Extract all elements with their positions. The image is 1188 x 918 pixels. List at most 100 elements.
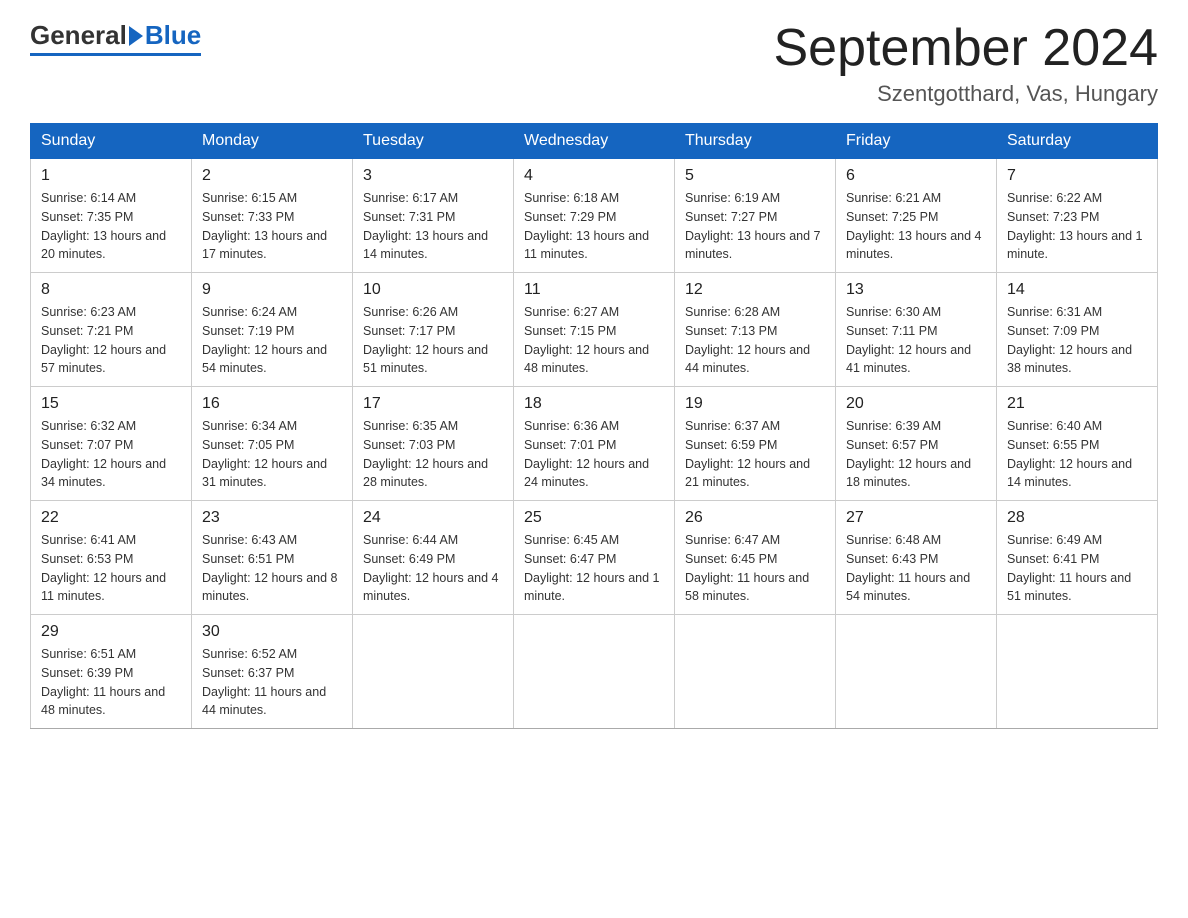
day-info: Sunrise: 6:26 AMSunset: 7:17 PMDaylight:… [363,303,503,378]
calendar-cell: 4 Sunrise: 6:18 AMSunset: 7:29 PMDaylight… [514,159,675,273]
day-info: Sunrise: 6:51 AMSunset: 6:39 PMDaylight:… [41,645,181,720]
calendar-cell: 22 Sunrise: 6:41 AMSunset: 6:53 PMDayligh… [31,501,192,615]
day-info: Sunrise: 6:14 AMSunset: 7:35 PMDaylight:… [41,189,181,264]
day-info: Sunrise: 6:35 AMSunset: 7:03 PMDaylight:… [363,417,503,492]
logo-blue-text: Blue [145,20,201,51]
header-monday: Monday [192,124,353,159]
day-info: Sunrise: 6:52 AMSunset: 6:37 PMDaylight:… [202,645,342,720]
day-number: 25 [524,509,664,527]
day-info: Sunrise: 6:34 AMSunset: 7:05 PMDaylight:… [202,417,342,492]
day-info: Sunrise: 6:45 AMSunset: 6:47 PMDaylight:… [524,531,664,606]
calendar-cell: 17 Sunrise: 6:35 AMSunset: 7:03 PMDayligh… [353,387,514,501]
calendar-cell: 29 Sunrise: 6:51 AMSunset: 6:39 PMDayligh… [31,615,192,729]
day-number: 19 [685,395,825,413]
logo: General Blue [30,20,201,56]
week-row-3: 15 Sunrise: 6:32 AMSunset: 7:07 PMDayligh… [31,387,1158,501]
logo-underline [30,53,201,56]
calendar-cell [997,615,1158,729]
day-info: Sunrise: 6:39 AMSunset: 6:57 PMDaylight:… [846,417,986,492]
day-info: Sunrise: 6:43 AMSunset: 6:51 PMDaylight:… [202,531,342,606]
calendar-cell: 16 Sunrise: 6:34 AMSunset: 7:05 PMDayligh… [192,387,353,501]
day-info: Sunrise: 6:49 AMSunset: 6:41 PMDaylight:… [1007,531,1147,606]
day-number: 9 [202,281,342,299]
calendar-table: SundayMondayTuesdayWednesdayThursdayFrid… [30,123,1158,729]
day-number: 8 [41,281,181,299]
day-number: 27 [846,509,986,527]
calendar-cell: 8 Sunrise: 6:23 AMSunset: 7:21 PMDaylight… [31,273,192,387]
calendar-cell: 3Sunrise: 6:17 AMSunset: 7:31 PMDaylight… [353,159,514,273]
calendar-cell: 12 Sunrise: 6:28 AMSunset: 7:13 PMDayligh… [675,273,836,387]
day-number: 10 [363,281,503,299]
calendar-cell [675,615,836,729]
day-info: Sunrise: 6:41 AMSunset: 6:53 PMDaylight:… [41,531,181,606]
calendar-cell: 10 Sunrise: 6:26 AMSunset: 7:17 PMDayligh… [353,273,514,387]
day-info: Sunrise: 6:44 AMSunset: 6:49 PMDaylight:… [363,531,503,606]
day-info: Sunrise: 6:47 AMSunset: 6:45 PMDaylight:… [685,531,825,606]
day-number: 18 [524,395,664,413]
day-info: Sunrise: 6:48 AMSunset: 6:43 PMDaylight:… [846,531,986,606]
calendar-header-row: SundayMondayTuesdayWednesdayThursdayFrid… [31,124,1158,159]
day-number: 21 [1007,395,1147,413]
day-number: 16 [202,395,342,413]
day-number: 28 [1007,509,1147,527]
week-row-1: 1 Sunrise: 6:14 AMSunset: 7:35 PMDaylight… [31,159,1158,273]
calendar-cell: 24 Sunrise: 6:44 AMSunset: 6:49 PMDayligh… [353,501,514,615]
calendar-cell: 23Sunrise: 6:43 AMSunset: 6:51 PMDayligh… [192,501,353,615]
day-info: Sunrise: 6:27 AMSunset: 7:15 PMDaylight:… [524,303,664,378]
calendar-cell: 28 Sunrise: 6:49 AMSunset: 6:41 PMDayligh… [997,501,1158,615]
day-number: 15 [41,395,181,413]
logo-text: General Blue [30,20,201,51]
calendar-cell: 20 Sunrise: 6:39 AMSunset: 6:57 PMDayligh… [836,387,997,501]
day-info: Sunrise: 6:36 AMSunset: 7:01 PMDaylight:… [524,417,664,492]
calendar-cell: 6 Sunrise: 6:21 AMSunset: 7:25 PMDaylight… [836,159,997,273]
week-row-5: 29 Sunrise: 6:51 AMSunset: 6:39 PMDayligh… [31,615,1158,729]
day-number: 6 [846,167,986,185]
day-info: Sunrise: 6:21 AMSunset: 7:25 PMDaylight:… [846,189,986,264]
calendar-cell: 2Sunrise: 6:15 AMSunset: 7:33 PMDaylight… [192,159,353,273]
day-number: 26 [685,509,825,527]
calendar-cell: 7 Sunrise: 6:22 AMSunset: 7:23 PMDaylight… [997,159,1158,273]
day-number: 7 [1007,167,1147,185]
day-number: 4 [524,167,664,185]
day-number: 30 [202,623,342,641]
calendar-cell: 25 Sunrise: 6:45 AMSunset: 6:47 PMDayligh… [514,501,675,615]
day-info: Sunrise: 6:30 AMSunset: 7:11 PMDaylight:… [846,303,986,378]
calendar-cell: 11 Sunrise: 6:27 AMSunset: 7:15 PMDayligh… [514,273,675,387]
calendar-cell: 26 Sunrise: 6:47 AMSunset: 6:45 PMDayligh… [675,501,836,615]
day-info: Sunrise: 6:15 AMSunset: 7:33 PMDaylight:… [202,189,342,264]
location-title: Szentgotthard, Vas, Hungary [774,81,1159,107]
day-info: Sunrise: 6:32 AMSunset: 7:07 PMDaylight:… [41,417,181,492]
logo-general-text: General [30,20,127,51]
header-thursday: Thursday [675,124,836,159]
calendar-cell: 1 Sunrise: 6:14 AMSunset: 7:35 PMDaylight… [31,159,192,273]
day-info: Sunrise: 6:18 AMSunset: 7:29 PMDaylight:… [524,189,664,264]
day-number: 22 [41,509,181,527]
day-number: 1 [41,167,181,185]
week-row-4: 22 Sunrise: 6:41 AMSunset: 6:53 PMDayligh… [31,501,1158,615]
day-info: Sunrise: 6:23 AMSunset: 7:21 PMDaylight:… [41,303,181,378]
day-number: 24 [363,509,503,527]
day-number: 20 [846,395,986,413]
calendar-cell: 14Sunrise: 6:31 AMSunset: 7:09 PMDayligh… [997,273,1158,387]
day-number: 17 [363,395,503,413]
day-info: Sunrise: 6:40 AMSunset: 6:55 PMDaylight:… [1007,417,1147,492]
calendar-cell: 13 Sunrise: 6:30 AMSunset: 7:11 PMDayligh… [836,273,997,387]
calendar-cell: 18 Sunrise: 6:36 AMSunset: 7:01 PMDayligh… [514,387,675,501]
header-saturday: Saturday [997,124,1158,159]
logo-triangle-icon [129,26,143,46]
day-info: Sunrise: 6:19 AMSunset: 7:27 PMDaylight:… [685,189,825,264]
day-number: 12 [685,281,825,299]
header-sunday: Sunday [31,124,192,159]
day-info: Sunrise: 6:22 AMSunset: 7:23 PMDaylight:… [1007,189,1147,264]
month-year-title: September 2024 [774,20,1159,77]
day-number: 13 [846,281,986,299]
day-number: 3 [363,167,503,185]
title-section: September 2024 Szentgotthard, Vas, Hunga… [774,20,1159,107]
page-header: General Blue September 2024 Szentgotthar… [30,20,1158,107]
day-info: Sunrise: 6:28 AMSunset: 7:13 PMDaylight:… [685,303,825,378]
header-wednesday: Wednesday [514,124,675,159]
day-info: Sunrise: 6:31 AMSunset: 7:09 PMDaylight:… [1007,303,1147,378]
calendar-cell: 9Sunrise: 6:24 AMSunset: 7:19 PMDaylight… [192,273,353,387]
day-number: 29 [41,623,181,641]
day-number: 11 [524,281,664,299]
